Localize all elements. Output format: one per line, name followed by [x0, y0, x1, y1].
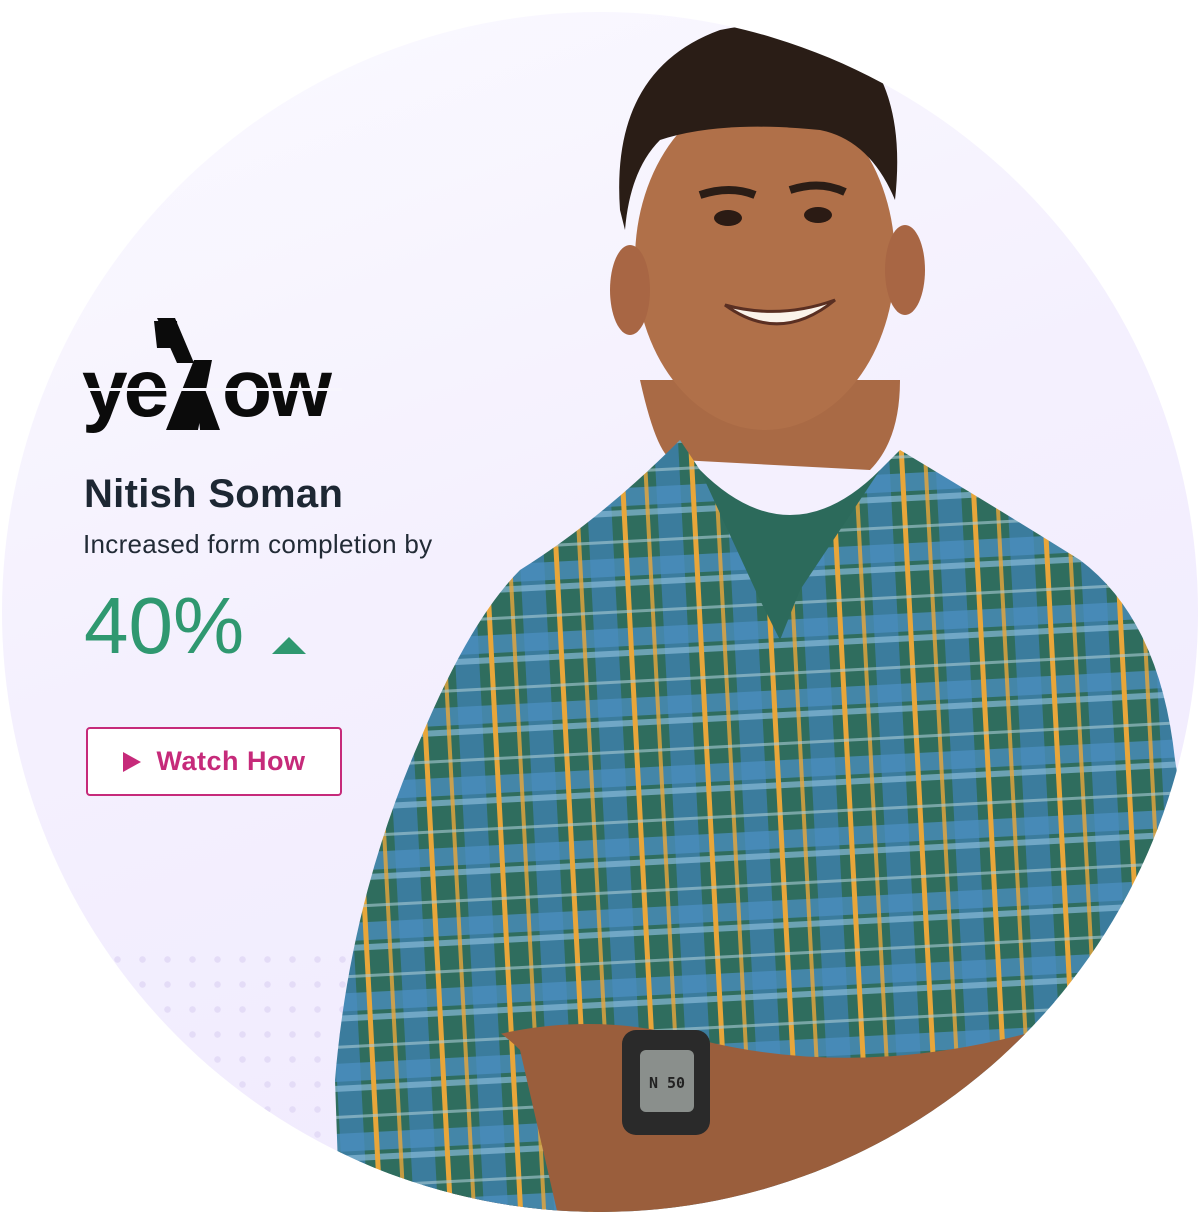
watch-how-label: Watch How	[156, 746, 306, 776]
stat-value: 40%	[84, 581, 245, 670]
trend-up-icon	[272, 637, 307, 654]
watch-how-button[interactable]: Watch How	[86, 727, 342, 796]
result-description: Increased form completion by	[83, 529, 433, 559]
watch-display: N 50	[649, 1074, 685, 1092]
stat: 40%	[84, 581, 307, 670]
play-icon	[122, 751, 141, 772]
customer-name: Nitish Soman	[84, 472, 344, 516]
yellow-logo: ye ow	[82, 318, 342, 434]
